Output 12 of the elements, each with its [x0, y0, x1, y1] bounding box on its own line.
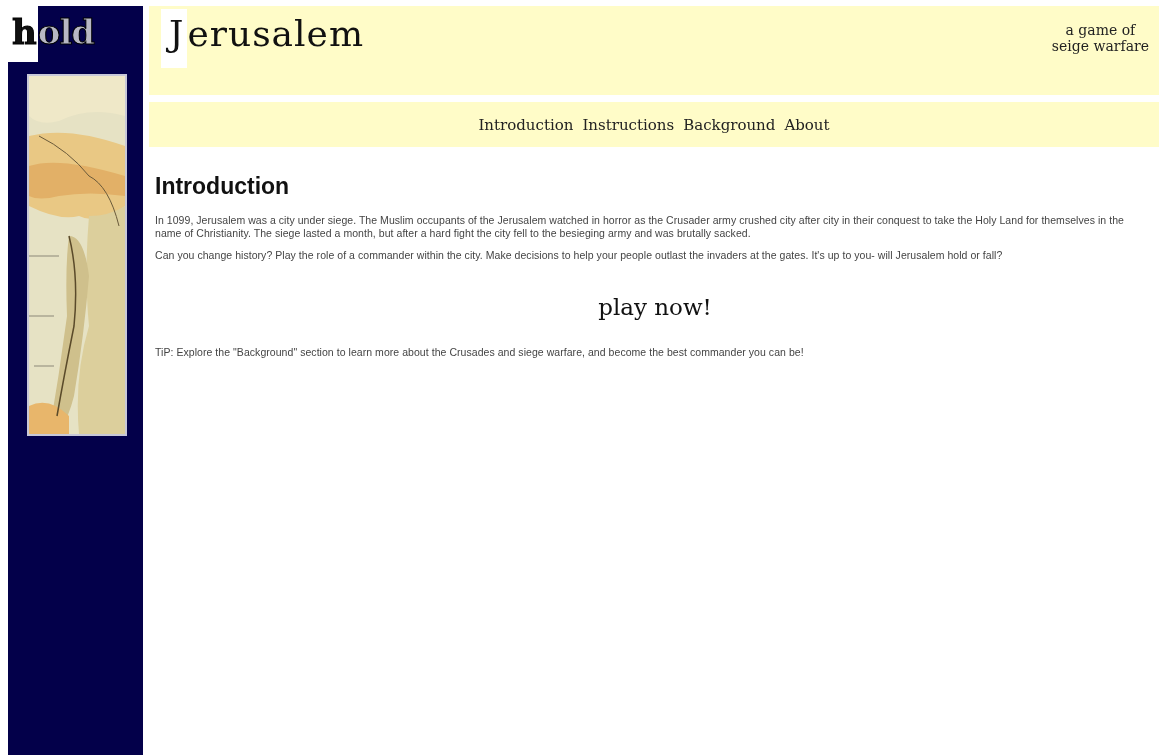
site-title: Jerusalem — [161, 16, 365, 52]
nav-link[interactable]: Instructions — [582, 115, 675, 134]
play-now-link[interactable]: play now! — [598, 294, 712, 320]
nav-link[interactable]: About — [784, 115, 830, 134]
nav-link[interactable]: Introduction — [478, 115, 574, 134]
nav-link[interactable]: Background — [683, 115, 776, 134]
paragraph: In 1099, Jerusalem was a city under siege. The Muslim occupants of the Jerusalem watched in horror as the Crusader army crushed city after city in their conquest to take the Holy Land for themselves in the name of Christianity. The siege lasted a month, but after a hard fight the city fell to the besieging army and was brutally sacked. — [155, 214, 1125, 240]
tagline-text: a game of — [1064, 22, 1137, 38]
page-heading: Introduction — [155, 173, 291, 200]
paragraph: Can you change history? Play the role of a commander within the city. Make decisions to help your people outlast the invaders at the gates. It's up to you- will Jerusalem hold or fall? — [155, 249, 1004, 262]
tagline-text: seige warfare — [1051, 38, 1149, 54]
tip-text: TiP: Explore the "Background" section to learn more about the Crusades and siege warfare, and become the best commander you can be! — [155, 346, 805, 359]
